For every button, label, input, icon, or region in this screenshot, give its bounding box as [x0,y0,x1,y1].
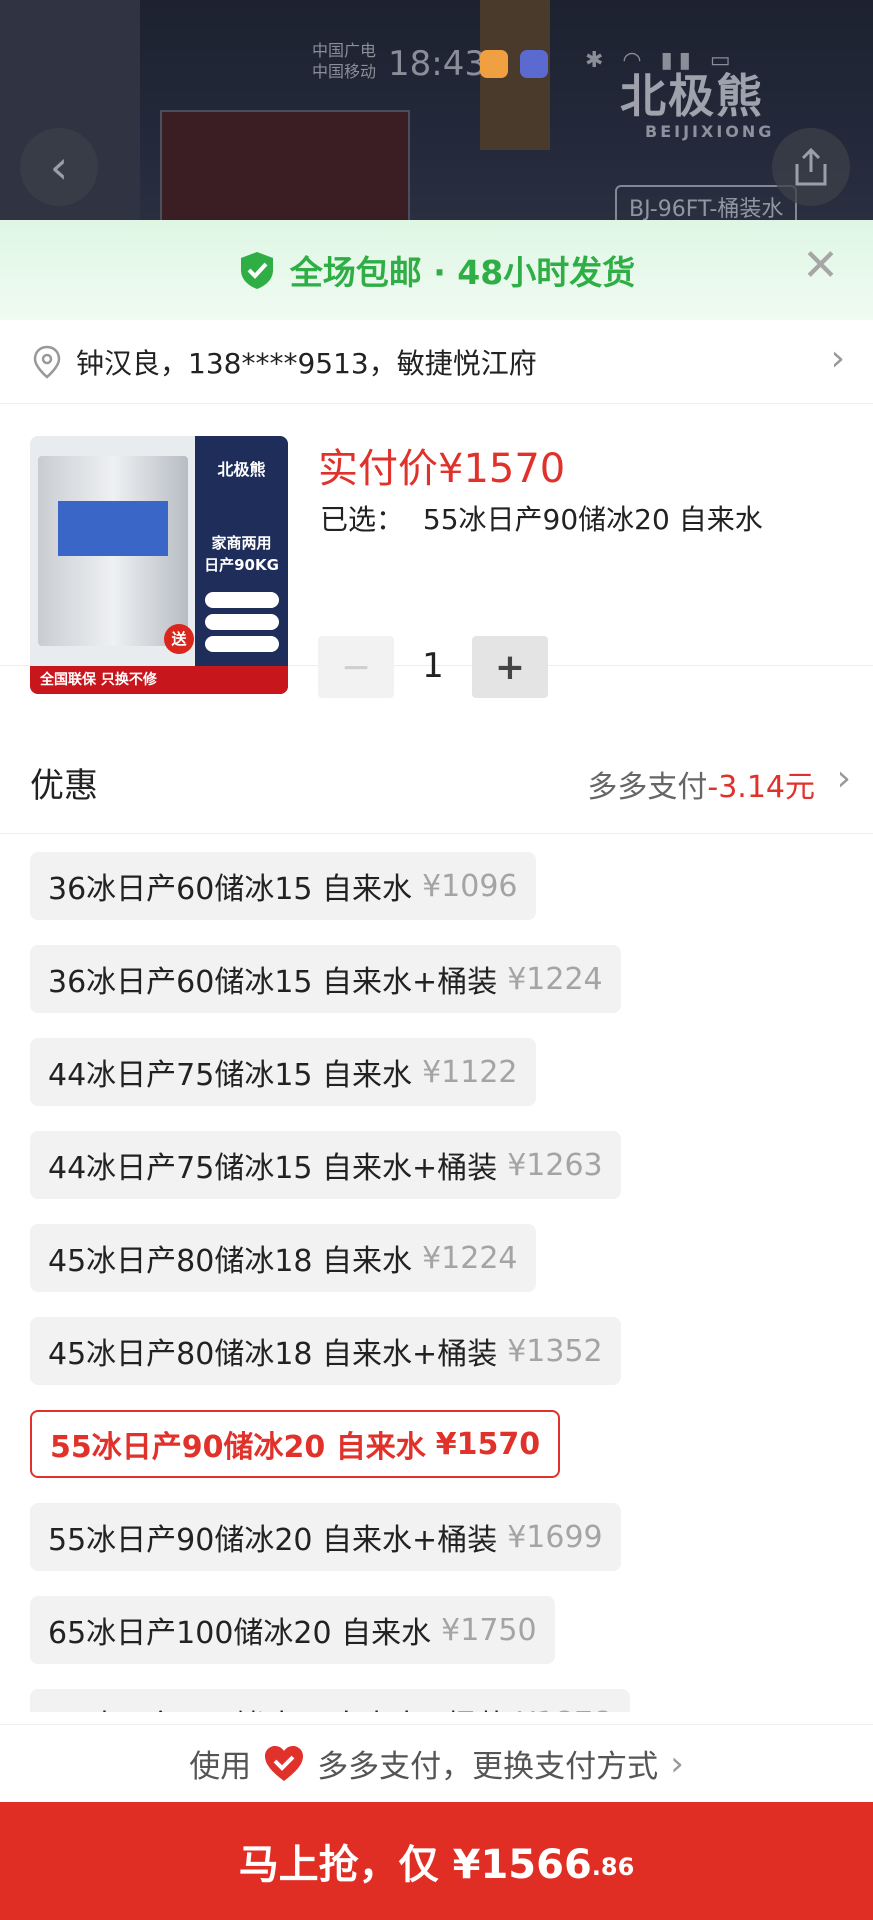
share-icon [795,147,827,186]
sku-option-name: 44冰日产75储冰15 自来水+桶装 [48,1151,498,1186]
shield-check-icon [240,252,273,289]
product-image-panel: 北极熊 家商两用 日产90KG [195,436,288,694]
decrease-quantity-button[interactable]: − [318,636,394,698]
promotion-label: 优惠 [30,766,98,806]
buy-now-button[interactable]: 马上抢，仅 ¥1566.86 [0,1802,873,1920]
sku-option-price: ¥1352 [507,1333,603,1369]
sku-option-price: ¥1878 [517,1706,612,1713]
address-text: 钟汉良，138****9513，敏捷悦江府 [76,347,537,380]
sku-option-name: 65冰日产100储冰20自来水+桶装 [48,1701,507,1712]
selected-value: 55冰日产90储冰20 自来水 [422,503,763,536]
product-image-footer: 全国联保 只换不修 [30,666,288,694]
sku-option-price: ¥1224 [422,1240,518,1276]
system-status-icons: ✱ ◠ ▮▮ ▭ [585,48,737,73]
promotion-discount: -3.14元 [707,770,815,805]
payment-method-bar[interactable]: 使用 多多支付，更换支付方式 › [0,1724,873,1802]
share-button[interactable] [772,128,850,206]
background-brand-en: BEIJIXIONG [645,122,775,141]
sku-option-price: ¥1096 [422,868,518,904]
address-row[interactable]: 钟汉良，138****9513，敏捷悦江府 › [0,320,873,404]
sku-option-price: ¥1750 [441,1612,537,1648]
sku-option[interactable]: 44冰日产75储冰15 自来水 ¥1122 [30,1038,536,1106]
close-icon[interactable]: ✕ [802,244,839,288]
ice-machine-picture [38,456,188,646]
payment-text: 多多支付，更换支付方式 [317,1749,659,1785]
sku-option-price: ¥1699 [507,1519,603,1555]
promotion-detail: 多多支付-3.14元 [587,762,815,806]
gift-badge: 送 [164,624,194,654]
sku-option[interactable]: 65冰日产100储冰20 自来水 ¥1750 [30,1596,555,1664]
sku-option-price: ¥1263 [507,1147,603,1183]
sku-option-price: ¥1570 [435,1426,541,1462]
carrier-labels: 中国广电 中国移动 [312,40,376,82]
carrier-2: 中国移动 [312,62,377,81]
sku-option[interactable]: 45冰日产80储冰18 自来水+桶装 ¥1352 [30,1317,621,1385]
chevron-left-icon: ‹ [49,140,69,194]
notification-app-icon [520,50,548,78]
sku-option-price: ¥1122 [422,1054,518,1090]
notification-app-icon [480,50,508,78]
selected-sku: 已选： 55冰日产90储冰20 自来水 [320,498,763,538]
product-image[interactable]: 北极熊 家商两用 日产90KG 送 全国联保 只换不修 [30,436,288,694]
sku-option-name: 55冰日产90储冰20 自来水+桶装 [48,1523,498,1558]
sku-option-name: 36冰日产60储冰15 自来水+桶装 [48,965,498,1000]
sku-option-name: 36冰日产60储冰15 自来水 [48,872,413,907]
product-summary: 北极熊 家商两用 日产90KG 送 全国联保 只换不修 实付价¥1570 已选：… [0,404,873,694]
quantity-value[interactable]: 1 [394,646,472,686]
duoduo-pay-heart-icon [265,1745,304,1781]
chevron-right-icon: › [830,338,845,379]
paid-price: 实付价¥1570 [318,446,566,492]
payment-prefix: 使用 [189,1749,252,1785]
selected-label: 已选： [320,503,405,536]
sku-option[interactable]: 55冰日产90储冰20 自来水+桶装 ¥1699 [30,1503,621,1571]
product-image-brand: 北极熊 [217,460,266,479]
chevron-right-icon: › [836,758,851,799]
banner-text: 全场包邮 · 48小时发货 [289,253,636,292]
background-product-page: 北极熊 BEIJIXIONG BJ-96FT-桶装水 [0,0,873,230]
sku-option-name: 55冰日产90储冰20 自来水 [50,1430,426,1465]
free-shipping-banner: 全场包邮 · 48小时发货 ✕ [0,220,873,320]
sku-option-name: 45冰日产80储冰18 自来水+桶装 [48,1337,498,1372]
promotion-method: 多多支付 [587,770,708,805]
increase-quantity-button[interactable]: + [472,636,548,698]
sku-option-list: 36冰日产60储冰15 自来水 ¥1096 36冰日产60储冰15 自来水+桶装 ¥1… [30,852,873,1712]
chevron-right-icon: › [670,1743,684,1784]
status-bar: 中国广电 中国移动 18:43 ✱ ◠ ▮▮ ▭ [0,38,873,88]
promotion-row[interactable]: 优惠 多多支付-3.14元 › [0,726,873,834]
sku-option-name: 65冰日产100储冰20 自来水 [48,1616,432,1651]
sku-option[interactable]: 45冰日产80储冰18 自来水 ¥1224 [30,1224,536,1292]
sku-option-name: 45冰日产80储冰18 自来水 [48,1244,413,1279]
sku-option[interactable]: 55冰日产90储冰20 自来水 ¥1570 [30,1410,561,1478]
buy-now-price-decimal: .86 [591,1853,635,1881]
buy-now-label: 马上抢，仅 ¥1566 [238,1842,592,1888]
product-image-title: 家商两用 日产90KG [195,532,288,576]
carrier-1: 中国广电 [312,41,377,60]
location-pin-icon [33,345,61,379]
sku-option[interactable]: 36冰日产60储冰15 自来水+桶装 ¥1224 [30,945,621,1013]
back-button[interactable]: ‹ [20,128,98,206]
sku-option[interactable]: 44冰日产75储冰15 自来水+桶装 ¥1263 [30,1131,621,1199]
product-image-title-1: 家商两用 [211,534,272,552]
background-machine-panel [160,110,410,230]
sku-option[interactable]: 36冰日产60储冰15 自来水 ¥1096 [30,852,536,920]
sku-option[interactable]: 65冰日产100储冰20自来水+桶装 ¥1878 [30,1689,631,1713]
sku-option-price: ¥1224 [507,961,603,997]
sku-option-name: 44冰日产75储冰15 自来水 [48,1058,413,1093]
product-image-title-2: 日产90KG [204,556,279,574]
clock: 18:43 [388,44,486,84]
